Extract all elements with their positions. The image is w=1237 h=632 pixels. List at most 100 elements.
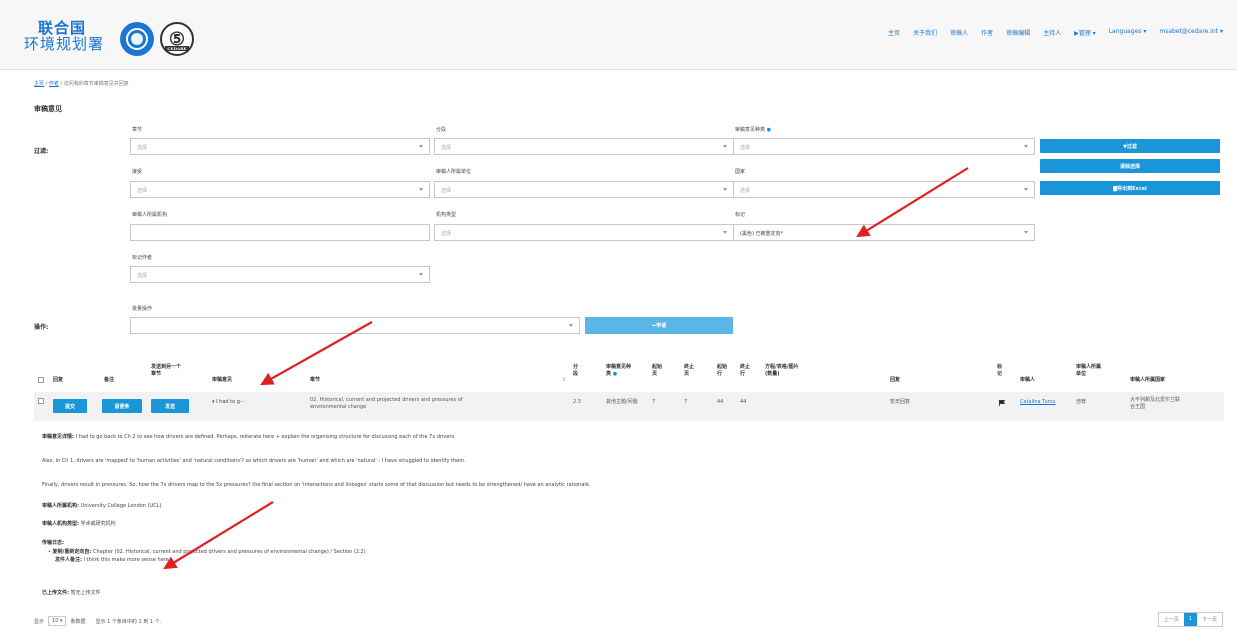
breadcrumb: 主页 / 作者 / 访问我的章节审稿意见并回复: [34, 80, 129, 87]
col-end-page[interactable]: 终止页: [684, 364, 694, 378]
reviewer-link[interactable]: Catalina Turcu: [1020, 399, 1056, 406]
comment-type-cell: 其他主题/问题: [606, 399, 638, 405]
logo-line2: 环境规划署: [24, 35, 105, 53]
filter-label: 过滤:: [34, 148, 49, 155]
submit-button[interactable]: 提交: [53, 399, 87, 413]
col-reviewer[interactable]: 审稿人: [1020, 377, 1035, 384]
nav-about[interactable]: 关于我们: [913, 28, 937, 37]
col-reviewer-unit-line2: 单位: [1076, 371, 1087, 377]
mark-select[interactable]: (黑色) 已被重定向*: [733, 224, 1035, 241]
nav-authors[interactable]: 作者: [981, 28, 993, 37]
transfer-log-label: 传输日志:: [42, 540, 64, 547]
nav-moderators[interactable]: 主持人: [1043, 28, 1061, 37]
chapter-select-value: 选择: [137, 145, 148, 151]
select-all-checkbox[interactable]: [38, 377, 44, 383]
chevron-down-icon: [723, 145, 727, 148]
next-page-button[interactable]: 下一页: [1197, 613, 1222, 626]
end-page-cell: 7: [684, 399, 688, 405]
org-type-select[interactable]: 选择: [434, 224, 734, 241]
export-excel-button[interactable]: ▇导出到Excel: [1040, 181, 1220, 195]
help-icon[interactable]: ●: [767, 127, 771, 133]
mark-author-select[interactable]: 选择: [130, 266, 430, 283]
breadcrumb-authors[interactable]: 作者: [49, 81, 59, 87]
help-icon[interactable]: ●: [613, 371, 617, 377]
col-section[interactable]: 分段: [573, 364, 578, 378]
country-select[interactable]: 选择: [733, 181, 1035, 198]
nav-reviewers[interactable]: 审稿人: [950, 28, 968, 37]
col-comment-type-line2: 类 ●: [606, 371, 631, 378]
col-start-page-line1: 起始: [652, 364, 663, 370]
send-button[interactable]: 发送: [151, 399, 189, 413]
chapter-cell: 02. Historical, current and projected dr…: [310, 397, 462, 411]
col-reviewer-country[interactable]: 审稿人所属国家: [1130, 377, 1165, 384]
col-note[interactable]: 备注: [104, 377, 114, 384]
nav-languages[interactable]: Languages ▾: [1109, 28, 1147, 37]
prev-page-button[interactable]: 上一页: [1159, 613, 1184, 626]
comment-type-select[interactable]: 选择: [733, 138, 1035, 155]
page-title: 审稿意见: [34, 105, 62, 113]
reviewer-country-line2: 合王国: [1130, 404, 1146, 410]
col-comment-type[interactable]: 审稿意见种类 ●: [606, 364, 631, 378]
uploaded-files: 已上传文件: 暂无上传文件: [42, 590, 101, 597]
col-comment[interactable]: 审稿意见: [212, 377, 232, 384]
col-start-page-line2: 页: [652, 371, 658, 377]
col-send-to-line1: 发送到另一个: [151, 364, 182, 370]
reviewer-country-cell: 大不列颠及北爱尔兰联 合王国: [1130, 397, 1180, 411]
reviewer-org-type-detail-value: 学术或研究机构: [79, 521, 116, 527]
reviewer-org-label: 审稿人所属机构: [132, 212, 168, 218]
comment-detail-p2: Also, in Ch 1, drivers are 'mapped' to '…: [42, 458, 466, 464]
accept-select-value: 选择: [137, 188, 148, 194]
nav-admin[interactable]: ▶管理 ▾: [1074, 28, 1096, 37]
sort-icon[interactable]: ⇅: [562, 377, 566, 384]
filter-button[interactable]: ▼过滤: [1040, 139, 1220, 153]
apply-button[interactable]: ➦申请: [585, 317, 733, 334]
page-length-select[interactable]: 10 ▾: [48, 616, 67, 626]
row-checkbox[interactable]: [38, 398, 44, 404]
page-1-button[interactable]: 1: [1183, 613, 1197, 626]
col-mark[interactable]: 标记: [997, 364, 1002, 378]
chapter-cell-line1: 02. Historical, current and projected dr…: [310, 397, 463, 403]
chevron-down-icon: [723, 231, 727, 234]
cedare-caption: CEDARE: [165, 46, 189, 51]
reviewer-org-detail-label: 审稿人所属机构:: [42, 503, 80, 509]
chevron-down-icon: [723, 188, 727, 191]
bulk-action-select[interactable]: [130, 317, 580, 334]
section-cell: 2.3: [573, 399, 581, 405]
response-cell: 暂无回复: [890, 399, 911, 405]
reviewer-unit-select-value: 选择: [441, 188, 452, 194]
reviewer-unit-select[interactable]: 选择: [434, 181, 734, 198]
un-emblem-icon: [120, 22, 154, 56]
sender-note: 发件人备注: I think this make more sense here: [55, 557, 169, 564]
col-start-page[interactable]: 起始页: [652, 364, 662, 378]
col-send-to-line2: 章节: [151, 371, 162, 377]
breadcrumb-home[interactable]: 主页: [34, 81, 44, 87]
comment-toggle[interactable]: ▾ I had to g···: [212, 399, 245, 406]
operation-label: 操作:: [34, 324, 49, 331]
col-section-line2: 段: [573, 371, 579, 377]
reviewer-org-input[interactable]: [130, 224, 430, 241]
col-reviewer-unit[interactable]: 审稿人所属 单位: [1076, 364, 1101, 378]
chapter-cell-line2: environmental change: [310, 404, 367, 410]
col-start-line[interactable]: 起始行: [717, 364, 727, 378]
leave-note-button[interactable]: 留便条: [102, 399, 142, 413]
nav-user[interactable]: msabet@cedare.int ▾: [1159, 28, 1223, 37]
unep-logo[interactable]: 联合国 环境规划署: [24, 20, 104, 52]
nav-review-editors[interactable]: 审稿编辑: [1006, 28, 1030, 37]
col-chapter[interactable]: 章节: [310, 377, 320, 384]
col-send-to[interactable]: 发送到另一个 章节: [151, 364, 181, 378]
clear-selection-button[interactable]: 清除选择: [1040, 159, 1220, 173]
col-start-line-line1: 起始: [717, 364, 728, 370]
start-line-cell: 44: [717, 399, 724, 405]
reviewer-org-detail-value: University College London (UCL): [79, 503, 162, 509]
chapter-select[interactable]: 选择: [130, 138, 430, 155]
flag-icon[interactable]: [999, 400, 1005, 406]
accept-select[interactable]: 选择: [130, 181, 430, 198]
col-end-line[interactable]: 终止行: [740, 364, 750, 378]
col-reply[interactable]: 回复: [53, 377, 63, 384]
section-select[interactable]: 选择: [434, 138, 734, 155]
uploaded-files-label: 已上传文件:: [42, 590, 70, 596]
col-response[interactable]: 回复: [890, 377, 900, 384]
nav-home[interactable]: 主页: [888, 28, 900, 37]
mark-label: 标记: [735, 212, 746, 218]
col-equation[interactable]: 方程/表格/图片 (数量): [765, 364, 799, 378]
